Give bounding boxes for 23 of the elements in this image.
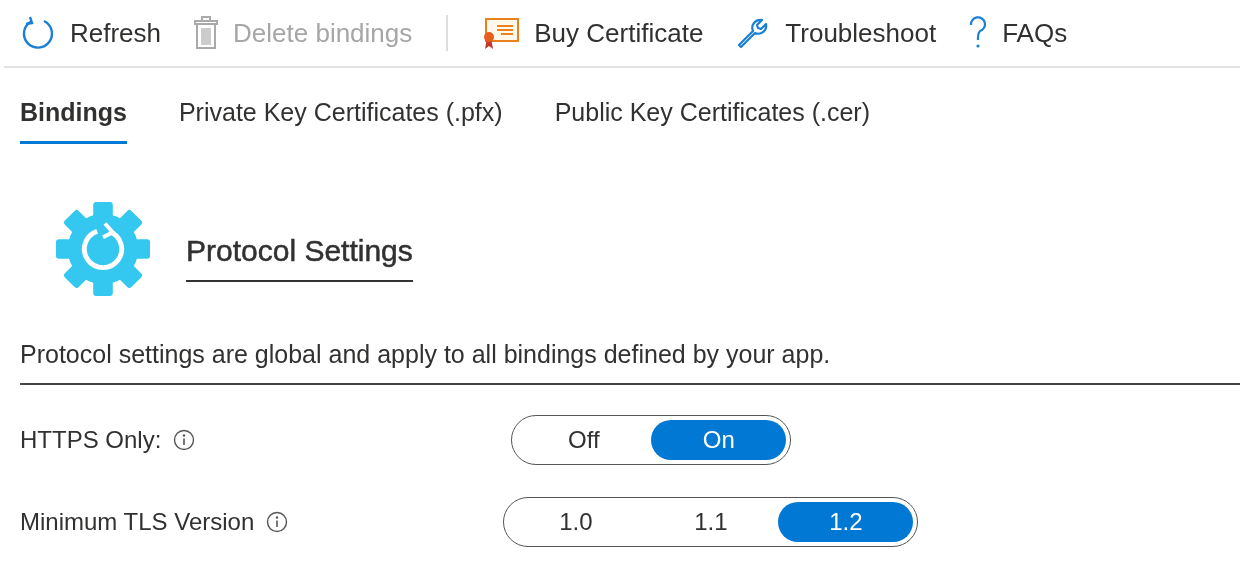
toolbar-button[interactable]: Troubleshoot — [719, 3, 953, 63]
toggle-option[interactable]: 1.2 — [778, 502, 914, 542]
toolbar-button[interactable]: Refresh — [4, 3, 178, 63]
info-icon — [173, 429, 196, 451]
section-title: Protocol Settings — [186, 234, 413, 282]
certificate-icon — [482, 16, 521, 50]
setting-label: HTTPS Only: — [20, 426, 162, 454]
info-icon — [266, 511, 289, 533]
help-icon — [968, 16, 989, 50]
tab[interactable]: Bindings — [20, 98, 127, 144]
toggle-option[interactable]: 1.1 — [643, 502, 779, 542]
toggle-option[interactable]: On — [651, 420, 787, 460]
tab[interactable]: Public Key Certificates (.cer) — [554, 98, 871, 144]
refresh-icon — [20, 15, 56, 51]
toggle-option[interactable]: Off — [516, 420, 652, 460]
tab[interactable]: Private Key Certificates (.pfx) — [178, 98, 503, 144]
toolbar-button[interactable]: Buy Certificate — [466, 3, 720, 63]
section-description: Protocol settings are global and apply to all bindings defined by your app. — [20, 340, 832, 369]
toolbar-button[interactable]: FAQs — [952, 3, 1084, 63]
trash-icon — [193, 16, 220, 50]
toggle-option[interactable]: 1.0 — [508, 502, 644, 542]
setting-label: Minimum TLS Version — [20, 508, 255, 536]
gear-icon — [54, 200, 152, 298]
